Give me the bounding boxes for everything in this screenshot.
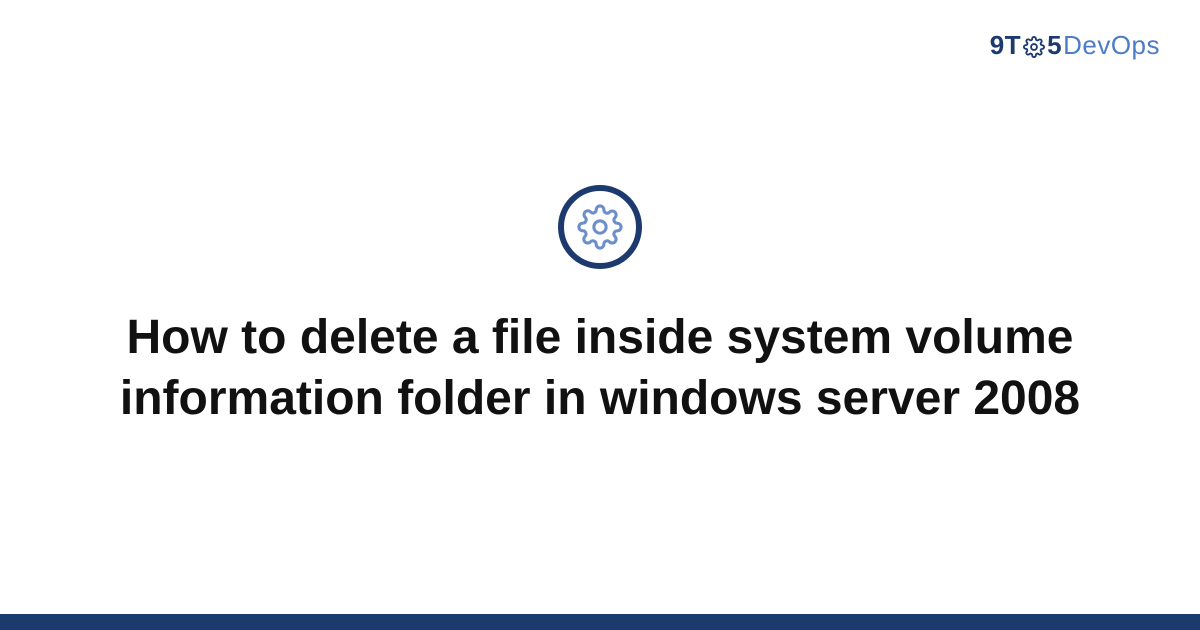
- page-title: How to delete a file inside system volum…: [110, 307, 1090, 430]
- content-area: How to delete a file inside system volum…: [0, 0, 1200, 614]
- bottom-bar: [0, 614, 1200, 630]
- hero-gear-icon: [558, 185, 642, 269]
